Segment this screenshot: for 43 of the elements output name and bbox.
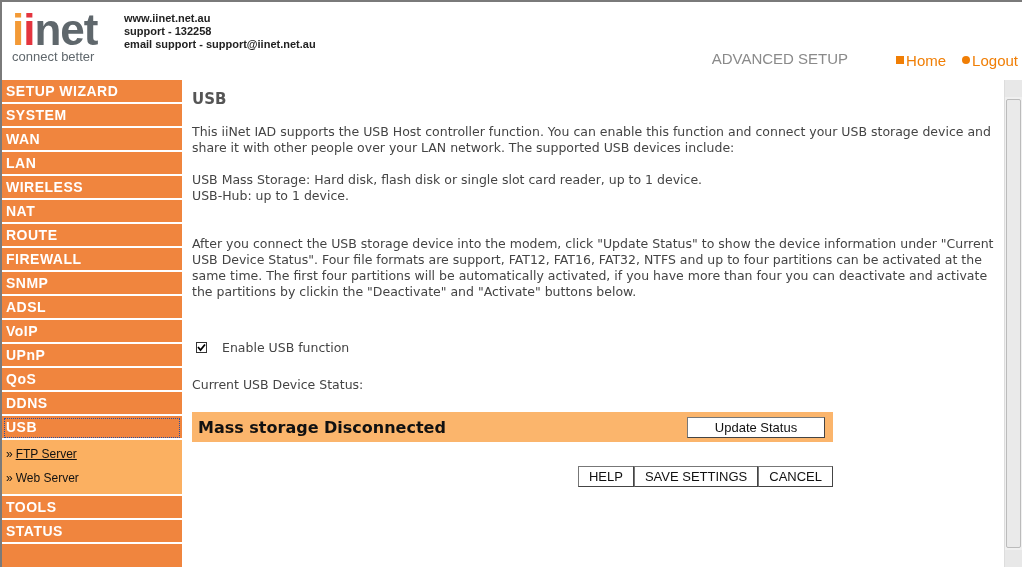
sidebar-item[interactable]: QoS <box>2 368 182 392</box>
sidebar-item[interactable]: DDNS <box>2 392 182 416</box>
chevron-icon: » <box>6 471 13 485</box>
nav-link[interactable]: Logout <box>962 51 1018 69</box>
contact-text: support - 132258 <box>124 25 213 38</box>
status-text: Mass storage Disconnected <box>198 417 446 437</box>
sidebar-item[interactable]: STATUS <box>2 520 182 544</box>
logo-wordmark: iinet <box>12 10 99 50</box>
action-button[interactable]: SAVE SETTINGS <box>633 466 759 487</box>
logo-tagline: connect better <box>12 50 96 64</box>
chevron-icon: » <box>6 447 13 461</box>
sidebar-item[interactable]: NAT <box>2 200 182 224</box>
contact-text: www.iinet.net.au <box>124 12 212 25</box>
status-label: Current USB Device Status: <box>192 377 365 392</box>
sidebar-item[interactable]: WIRELESS <box>2 176 182 200</box>
sidebar-item[interactable]: SYSTEM <box>2 104 182 128</box>
sidebar-item[interactable]: ADSL <box>2 296 182 320</box>
scroll-thumb[interactable] <box>1006 99 1021 548</box>
page-title: USB <box>192 90 228 108</box>
sidebar-item[interactable]: SETUP WIZARD <box>2 80 182 104</box>
checkbox[interactable] <box>196 342 207 353</box>
update-status-button[interactable]: Update Status <box>687 416 825 438</box>
sidebar-item[interactable]: TOOLS <box>2 496 182 520</box>
sidebar-item[interactable]: WAN <box>2 128 182 152</box>
submenu-link[interactable]: FTP Server <box>15 447 77 461</box>
sidebar-item[interactable]: VoIP <box>2 320 182 344</box>
sidebar-item[interactable]: FIREWALL <box>2 248 182 272</box>
contact-text: email support - support@iinet.net.au <box>124 38 316 51</box>
action-button[interactable]: CANCEL <box>758 466 833 487</box>
scrollbar[interactable] <box>1004 80 1022 567</box>
sidebar-item[interactable]: SNMP <box>2 272 182 296</box>
checkbox-label: Enable USB function <box>222 340 350 355</box>
paragraph: USB Mass Storage: Hard disk, flash disk or single slot card reader, up to 1 device. <box>192 172 704 188</box>
section-title: ADVANCED SETUP <box>711 50 849 67</box>
paragraph: USB-Hub: up to 1 device. <box>192 188 350 204</box>
submenu-link[interactable]: Web Server <box>15 471 79 485</box>
nav-link[interactable]: Home <box>896 51 947 69</box>
paragraph: After you connect the USB storage device into the modem, click "Update Status" to show the device information under "Current USB Device Status". Four file formats are support, FAT12, FAT16, FAT32, NTFS and up to four partitions can be activated at the same time. The first four partitions will be automatically activated, if you have more than four you can deactivate and activate the partitions by clickin the "Deactivate" and "Activate" buttons below. <box>192 236 994 300</box>
paragraph: This iiNet IAD supports the USB Host controller function. You can enable this function and connect your USB storage device and share it with other people over your LAN network. The supported USB devices include: <box>192 124 992 156</box>
sidebar-item[interactable]: ROUTE <box>2 224 182 248</box>
sidebar-item[interactable]: UPnP <box>2 344 182 368</box>
action-button[interactable]: HELP <box>577 466 634 487</box>
sidebar-item[interactable]: LAN <box>2 152 182 176</box>
